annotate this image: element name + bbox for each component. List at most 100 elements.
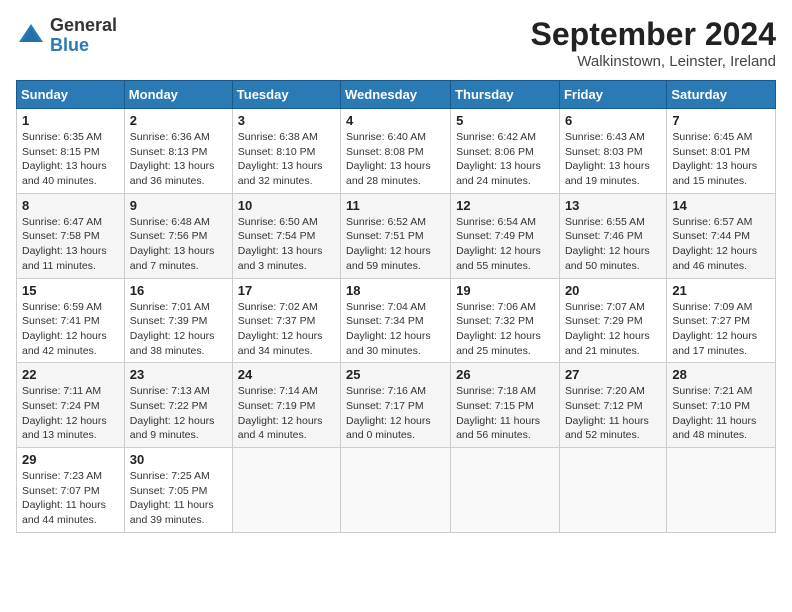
calendar-cell: 15 Sunrise: 6:59 AM Sunset: 7:41 PM Dayl… [17, 278, 125, 363]
header-saturday: Saturday [667, 81, 776, 109]
header-sunday: Sunday [17, 81, 125, 109]
day-number: 12 [456, 198, 554, 213]
day-info: Sunrise: 7:25 AM Sunset: 7:05 PM Dayligh… [130, 469, 227, 528]
day-info: Sunrise: 6:52 AM Sunset: 7:51 PM Dayligh… [346, 215, 445, 274]
day-number: 18 [346, 283, 445, 298]
calendar-cell: 14 Sunrise: 6:57 AM Sunset: 7:44 PM Dayl… [667, 193, 776, 278]
day-number: 24 [238, 367, 335, 382]
day-number: 16 [130, 283, 227, 298]
calendar-cell: 9 Sunrise: 6:48 AM Sunset: 7:56 PM Dayli… [124, 193, 232, 278]
calendar-cell [232, 448, 340, 533]
day-number: 23 [130, 367, 227, 382]
day-number: 21 [672, 283, 770, 298]
calendar-cell: 25 Sunrise: 7:16 AM Sunset: 7:17 PM Dayl… [341, 363, 451, 448]
day-number: 19 [456, 283, 554, 298]
day-number: 5 [456, 113, 554, 128]
day-info: Sunrise: 7:02 AM Sunset: 7:37 PM Dayligh… [238, 300, 335, 359]
calendar-cell: 23 Sunrise: 7:13 AM Sunset: 7:22 PM Dayl… [124, 363, 232, 448]
calendar-cell: 3 Sunrise: 6:38 AM Sunset: 8:10 PM Dayli… [232, 109, 340, 194]
day-number: 2 [130, 113, 227, 128]
title-block: September 2024 Walkinstown, Leinster, Ir… [531, 16, 776, 70]
day-info: Sunrise: 7:21 AM Sunset: 7:10 PM Dayligh… [672, 384, 770, 443]
day-info: Sunrise: 6:55 AM Sunset: 7:46 PM Dayligh… [565, 215, 661, 274]
day-info: Sunrise: 6:36 AM Sunset: 8:13 PM Dayligh… [130, 130, 227, 189]
day-info: Sunrise: 7:13 AM Sunset: 7:22 PM Dayligh… [130, 384, 227, 443]
day-info: Sunrise: 6:42 AM Sunset: 8:06 PM Dayligh… [456, 130, 554, 189]
calendar-header: SundayMondayTuesdayWednesdayThursdayFrid… [17, 81, 776, 109]
day-info: Sunrise: 6:48 AM Sunset: 7:56 PM Dayligh… [130, 215, 227, 274]
day-info: Sunrise: 7:04 AM Sunset: 7:34 PM Dayligh… [346, 300, 445, 359]
day-info: Sunrise: 6:59 AM Sunset: 7:41 PM Dayligh… [22, 300, 119, 359]
calendar-cell: 22 Sunrise: 7:11 AM Sunset: 7:24 PM Dayl… [17, 363, 125, 448]
calendar-cell: 11 Sunrise: 6:52 AM Sunset: 7:51 PM Dayl… [341, 193, 451, 278]
logo: General Blue [16, 16, 117, 56]
calendar-cell: 2 Sunrise: 6:36 AM Sunset: 8:13 PM Dayli… [124, 109, 232, 194]
calendar-cell: 6 Sunrise: 6:43 AM Sunset: 8:03 PM Dayli… [559, 109, 666, 194]
calendar-cell: 29 Sunrise: 7:23 AM Sunset: 7:07 PM Dayl… [17, 448, 125, 533]
day-number: 6 [565, 113, 661, 128]
calendar-week-1: 1 Sunrise: 6:35 AM Sunset: 8:15 PM Dayli… [17, 109, 776, 194]
calendar-cell: 8 Sunrise: 6:47 AM Sunset: 7:58 PM Dayli… [17, 193, 125, 278]
day-info: Sunrise: 7:14 AM Sunset: 7:19 PM Dayligh… [238, 384, 335, 443]
day-number: 8 [22, 198, 119, 213]
day-number: 29 [22, 452, 119, 467]
page-header: General Blue September 2024 Walkinstown,… [16, 16, 776, 70]
day-info: Sunrise: 7:18 AM Sunset: 7:15 PM Dayligh… [456, 384, 554, 443]
calendar-cell: 1 Sunrise: 6:35 AM Sunset: 8:15 PM Dayli… [17, 109, 125, 194]
header-friday: Friday [559, 81, 666, 109]
calendar-cell: 30 Sunrise: 7:25 AM Sunset: 7:05 PM Dayl… [124, 448, 232, 533]
day-number: 7 [672, 113, 770, 128]
day-number: 26 [456, 367, 554, 382]
day-info: Sunrise: 6:43 AM Sunset: 8:03 PM Dayligh… [565, 130, 661, 189]
day-number: 11 [346, 198, 445, 213]
day-info: Sunrise: 6:35 AM Sunset: 8:15 PM Dayligh… [22, 130, 119, 189]
calendar-cell [341, 448, 451, 533]
day-info: Sunrise: 7:06 AM Sunset: 7:32 PM Dayligh… [456, 300, 554, 359]
day-info: Sunrise: 7:09 AM Sunset: 7:27 PM Dayligh… [672, 300, 770, 359]
day-info: Sunrise: 6:45 AM Sunset: 8:01 PM Dayligh… [672, 130, 770, 189]
calendar-week-5: 29 Sunrise: 7:23 AM Sunset: 7:07 PM Dayl… [17, 448, 776, 533]
day-info: Sunrise: 7:16 AM Sunset: 7:17 PM Dayligh… [346, 384, 445, 443]
day-info: Sunrise: 7:07 AM Sunset: 7:29 PM Dayligh… [565, 300, 661, 359]
calendar-cell: 26 Sunrise: 7:18 AM Sunset: 7:15 PM Dayl… [451, 363, 560, 448]
calendar-table: SundayMondayTuesdayWednesdayThursdayFrid… [16, 80, 776, 533]
day-info: Sunrise: 6:40 AM Sunset: 8:08 PM Dayligh… [346, 130, 445, 189]
calendar-cell: 28 Sunrise: 7:21 AM Sunset: 7:10 PM Dayl… [667, 363, 776, 448]
calendar-cell: 21 Sunrise: 7:09 AM Sunset: 7:27 PM Dayl… [667, 278, 776, 363]
calendar-cell: 24 Sunrise: 7:14 AM Sunset: 7:19 PM Dayl… [232, 363, 340, 448]
page-title: September 2024 [531, 16, 776, 53]
header-wednesday: Wednesday [341, 81, 451, 109]
calendar-cell: 18 Sunrise: 7:04 AM Sunset: 7:34 PM Dayl… [341, 278, 451, 363]
day-info: Sunrise: 6:47 AM Sunset: 7:58 PM Dayligh… [22, 215, 119, 274]
header-monday: Monday [124, 81, 232, 109]
calendar-cell: 17 Sunrise: 7:02 AM Sunset: 7:37 PM Dayl… [232, 278, 340, 363]
day-info: Sunrise: 6:54 AM Sunset: 7:49 PM Dayligh… [456, 215, 554, 274]
logo-icon [16, 21, 46, 51]
day-number: 9 [130, 198, 227, 213]
calendar-cell: 10 Sunrise: 6:50 AM Sunset: 7:54 PM Dayl… [232, 193, 340, 278]
calendar-cell: 16 Sunrise: 7:01 AM Sunset: 7:39 PM Dayl… [124, 278, 232, 363]
day-number: 22 [22, 367, 119, 382]
day-number: 30 [130, 452, 227, 467]
calendar-cell: 19 Sunrise: 7:06 AM Sunset: 7:32 PM Dayl… [451, 278, 560, 363]
day-number: 20 [565, 283, 661, 298]
page-subtitle: Walkinstown, Leinster, Ireland [531, 53, 776, 70]
calendar-week-3: 15 Sunrise: 6:59 AM Sunset: 7:41 PM Dayl… [17, 278, 776, 363]
calendar-cell [451, 448, 560, 533]
day-number: 4 [346, 113, 445, 128]
day-info: Sunrise: 7:23 AM Sunset: 7:07 PM Dayligh… [22, 469, 119, 528]
day-number: 17 [238, 283, 335, 298]
calendar-cell: 5 Sunrise: 6:42 AM Sunset: 8:06 PM Dayli… [451, 109, 560, 194]
day-number: 14 [672, 198, 770, 213]
calendar-cell: 7 Sunrise: 6:45 AM Sunset: 8:01 PM Dayli… [667, 109, 776, 194]
day-number: 25 [346, 367, 445, 382]
day-number: 28 [672, 367, 770, 382]
day-info: Sunrise: 6:38 AM Sunset: 8:10 PM Dayligh… [238, 130, 335, 189]
day-number: 15 [22, 283, 119, 298]
day-number: 3 [238, 113, 335, 128]
header-thursday: Thursday [451, 81, 560, 109]
day-info: Sunrise: 7:20 AM Sunset: 7:12 PM Dayligh… [565, 384, 661, 443]
day-number: 10 [238, 198, 335, 213]
logo-text: General Blue [50, 16, 117, 56]
calendar-week-4: 22 Sunrise: 7:11 AM Sunset: 7:24 PM Dayl… [17, 363, 776, 448]
